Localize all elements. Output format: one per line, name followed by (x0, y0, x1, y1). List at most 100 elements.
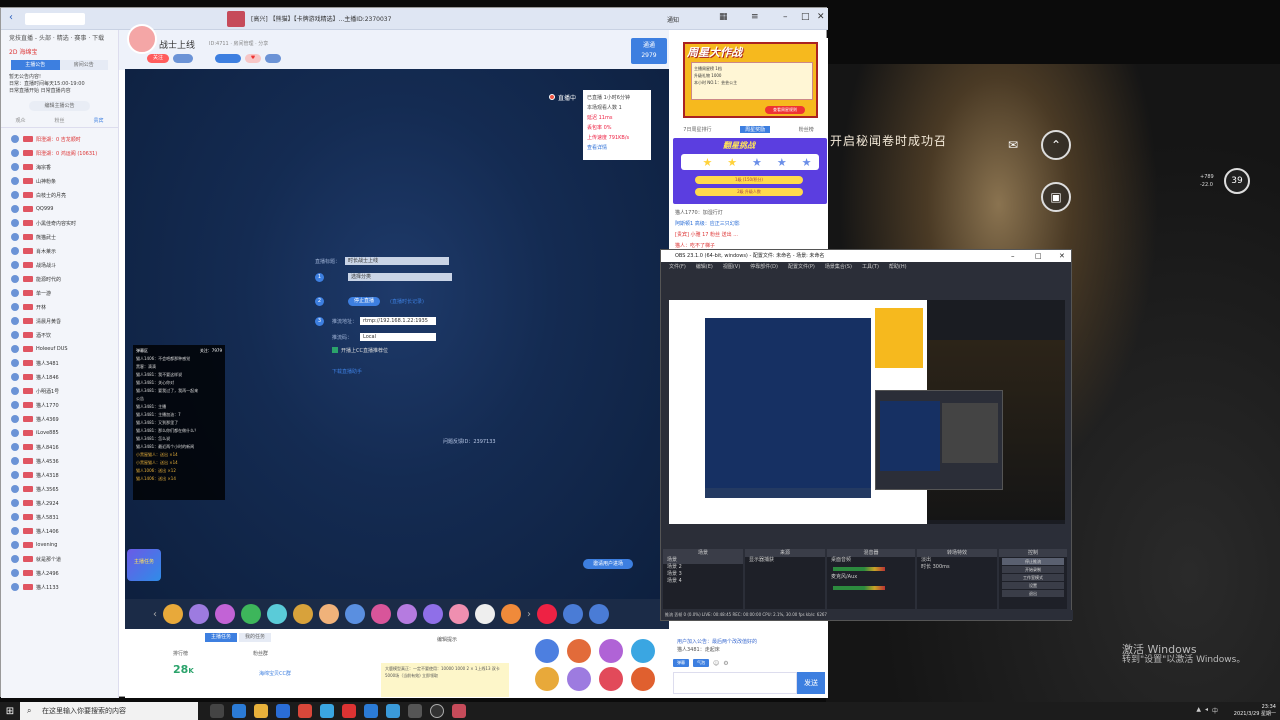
activity-icon[interactable] (535, 667, 559, 691)
chat-input[interactable] (673, 672, 797, 694)
user-list-item[interactable]: 白枝士的月亮 (1, 188, 118, 202)
obs-menu-item[interactable]: 文件(F) (669, 262, 686, 272)
menu-icon[interactable]: ≡ (751, 12, 759, 22)
gift-icon[interactable] (501, 604, 521, 624)
category-select[interactable]: 选择分类 (348, 273, 452, 281)
chrome-icon[interactable] (298, 704, 312, 718)
taskbar-search[interactable]: ⌕ 在这里输入你要搜索的内容 (20, 702, 198, 720)
user-list-item[interactable]: QQ999 (1, 202, 118, 216)
bubble-pill[interactable]: 气泡 (693, 659, 709, 667)
anchor-avatar[interactable] (127, 24, 157, 54)
edit-tip-link[interactable]: 编辑提示 (437, 635, 457, 645)
user-list-item[interactable]: 猫人2496 (1, 566, 118, 580)
gift-icon[interactable] (241, 604, 261, 624)
gift-icon[interactable] (345, 604, 365, 624)
app-icon[interactable] (364, 704, 378, 718)
user-list-item[interactable]: 猫人1406 (1, 524, 118, 538)
stop-live-button[interactable]: 停止直播 (348, 296, 381, 306)
user-list-item[interactable]: 猫人1770 (1, 398, 118, 412)
gift-box-icon[interactable] (563, 604, 583, 624)
volume-icon[interactable]: ◂ (1205, 706, 1208, 715)
user-list-item[interactable]: 单一游 (1, 286, 118, 300)
task-view-icon[interactable] (210, 704, 224, 718)
scene-item[interactable]: 场景 2 (663, 564, 743, 571)
tab-weekly-rank[interactable]: 7日周星排行 (683, 126, 711, 133)
scene-item[interactable]: 场景 4 (663, 578, 743, 585)
settings-icon[interactable]: ⚙ (723, 660, 728, 667)
maximize-icon[interactable]: □ (801, 12, 810, 22)
obs-preview[interactable] (669, 300, 1065, 524)
tab-fans[interactable]: 粉丝 (54, 117, 64, 124)
user-list-item[interactable]: 猫人4318 (1, 468, 118, 482)
user-list-item[interactable]: 小明酒1号 (1, 384, 118, 398)
notify-label[interactable]: 通知 (667, 15, 679, 24)
windows-start-icon[interactable]: ⊞ (0, 702, 20, 720)
app-icon[interactable] (386, 704, 400, 718)
user-list-item[interactable]: 战场战斗 (1, 258, 118, 272)
obs-menu-item[interactable]: 帮助(H) (889, 262, 907, 272)
fans-group-label[interactable]: 粉丝群 (253, 649, 268, 659)
settings-button[interactable]: 设置 (1002, 582, 1064, 589)
checkbox[interactable] (332, 347, 338, 353)
tab-vip[interactable]: 贵宾 (93, 117, 103, 124)
address-bar[interactable] (25, 13, 85, 25)
gift-icon[interactable] (215, 604, 235, 624)
gift-icon[interactable] (293, 604, 313, 624)
rank-label[interactable]: 排行榜 (173, 649, 188, 659)
user-list-item[interactable]: 猫人4536 (1, 454, 118, 468)
ime-icon[interactable]: 中 (1212, 706, 1218, 715)
pack-icon[interactable] (589, 604, 609, 624)
live-video-area[interactable]: 直播中 已直播 1小时6分钟 本场观看人数 1 延迟 11ms 丢包率 0% 上… (125, 69, 669, 625)
user-list-item[interactable]: Holeeuf DUS (1, 342, 118, 356)
anchor-task-badge[interactable]: 主播任务 (127, 549, 161, 581)
gift-icon[interactable] (371, 604, 391, 624)
source-item[interactable]: 显示器捕获 (745, 557, 825, 564)
user-list-item[interactable]: 阳澄湖：0 吉龙顺时 (1, 132, 118, 146)
tab-my-task[interactable]: 我的任务 (239, 633, 272, 642)
scene-item[interactable]: 场景 3 (663, 571, 743, 578)
chevron-right-icon[interactable]: › (527, 609, 531, 620)
stop-streaming-button[interactable]: 停止推流 (1002, 558, 1064, 565)
chevron-left-icon[interactable]: ‹ (153, 609, 157, 620)
user-list-item[interactable]: 猫人5831 (1, 510, 118, 524)
gift-icon[interactable] (319, 604, 339, 624)
user-list-item[interactable]: lovening (1, 538, 118, 552)
mail-icon[interactable]: ✉ (998, 130, 1028, 160)
activity-icon[interactable] (567, 639, 591, 663)
user-list-item[interactable]: 清晨月黄昏 (1, 314, 118, 328)
tab-room-notice[interactable]: 房间公告 (59, 60, 108, 70)
back-icon[interactable]: ‹ (9, 12, 13, 23)
activity-icon[interactable] (599, 667, 623, 691)
invite-users-button[interactable]: 邀请用户进场 (583, 559, 633, 569)
user-list-item[interactable]: 熊猫武士 (1, 230, 118, 244)
gift-icon[interactable] (423, 604, 443, 624)
tab-anchor-notice[interactable]: 主播公告 (11, 60, 60, 70)
obs-menu-item[interactable]: 编辑(E) (696, 262, 713, 272)
user-list-item[interactable]: 猫人1133 (1, 580, 118, 594)
weekly-star-banner[interactable]: 周星大作战 主播周星榜 1档 升级礼物 1000 本小时 NO.1：芸芸公主 查… (683, 42, 818, 118)
scene-item[interactable]: 场景 (663, 557, 743, 564)
gift-icon[interactable] (163, 604, 183, 624)
user-list-item[interactable]: 就是那个道 (1, 552, 118, 566)
app-icon[interactable] (452, 704, 466, 718)
obs-menu-item[interactable]: 工具(T) (862, 262, 879, 272)
start-recording-button[interactable]: 开始录制 (1002, 566, 1064, 573)
gift-icon[interactable] (189, 604, 209, 624)
grid-icon[interactable]: ▦ (719, 12, 728, 22)
transition-duration[interactable]: 时长 300ms (917, 564, 997, 571)
follow-button[interactable]: 关注 (147, 54, 169, 63)
clock[interactable]: 23:34 2021/3/29 星期一 (1234, 704, 1276, 718)
obs-menu-item[interactable]: 配置文件(P) (788, 262, 815, 272)
transition-select[interactable]: 淡出 (917, 557, 997, 564)
title-input[interactable]: 时长战士上线 (345, 257, 449, 265)
subscribe-button[interactable]: 通通 2979 (631, 38, 667, 64)
user-list-item[interactable]: 酒不饮 (1, 328, 118, 342)
explorer-icon[interactable] (254, 704, 268, 718)
activity-icon[interactable] (599, 639, 623, 663)
danmaku-pill[interactable]: 弹幕 (673, 659, 689, 667)
obs-maximize-icon[interactable]: □ (1035, 250, 1042, 262)
gift-icon[interactable] (475, 604, 495, 624)
user-list-item[interactable]: 小黑佳奇内容实时 (1, 216, 118, 230)
download-helper-link[interactable]: 下载直播助手 (332, 368, 362, 375)
event-rules-button[interactable]: 查看周星规则 (765, 106, 805, 114)
